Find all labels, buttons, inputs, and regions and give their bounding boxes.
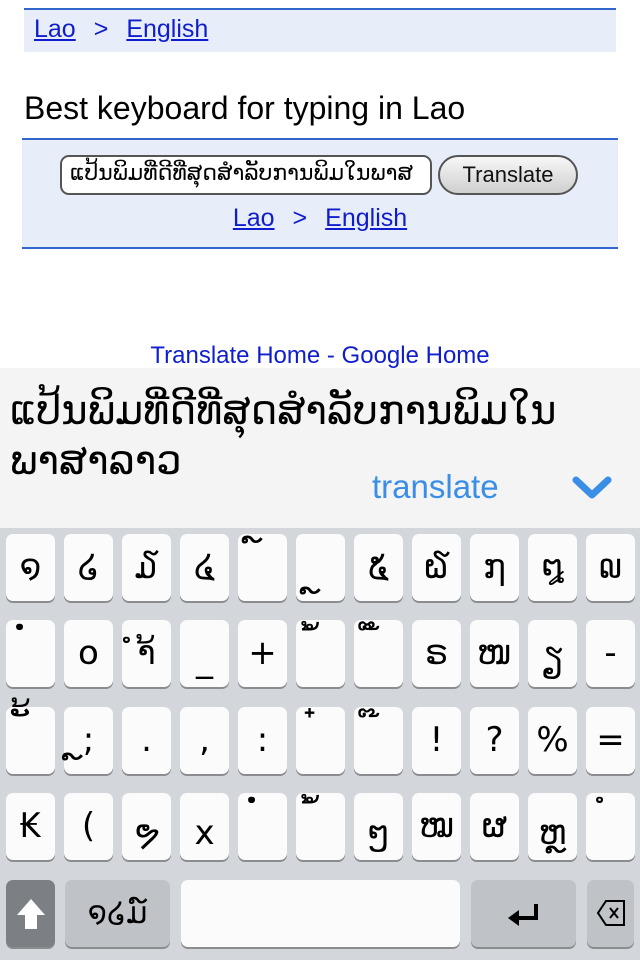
footer-dash: -: [320, 342, 342, 369]
numbers-mode-key[interactable]: ໑໒ມ໌: [65, 880, 170, 947]
key[interactable]: ຳ້: [122, 620, 171, 687]
key[interactable]: !: [412, 707, 461, 774]
key[interactable]: ໍ: [586, 793, 635, 860]
key[interactable]: ໗: [470, 534, 519, 601]
key[interactable]: =: [586, 707, 635, 774]
form-separator: >: [292, 204, 308, 232]
key[interactable]: ຼ;: [64, 707, 113, 774]
key[interactable]: ໍ່: [238, 793, 287, 860]
delete-icon: [596, 900, 625, 926]
key[interactable]: ໝ: [412, 793, 461, 860]
key[interactable]: ໜ: [470, 620, 519, 687]
key[interactable]: ໋: [296, 707, 345, 774]
separator: >: [93, 15, 109, 43]
chevron-down-icon[interactable]: [570, 474, 614, 502]
top-language-bar: Lao > English: [24, 8, 616, 52]
key[interactable]: ໘: [528, 534, 577, 601]
key[interactable]: ໍ່: [6, 620, 55, 687]
key[interactable]: ັ້: [6, 707, 55, 774]
target-language-link[interactable]: English: [126, 15, 208, 43]
form-source-language-link[interactable]: Lao: [233, 204, 275, 232]
translate-input[interactable]: ແປ້ນພິມທີ່ດີທີ່ສຸດສໍາລັບການພິມໃນພາສ: [60, 155, 432, 195]
key[interactable]: ₭: [6, 793, 55, 860]
key[interactable]: ໌: [238, 534, 287, 601]
space-key[interactable]: [181, 880, 460, 947]
translate-form: ແປ້ນພິມທີ່ດີທີ່ສຸດສໍາລັບການພິມໃນພາສ Tran…: [22, 138, 618, 249]
key[interactable]: ໍ໊: [354, 620, 403, 687]
key[interactable]: ຯ: [122, 793, 171, 860]
key[interactable]: ໆ: [354, 793, 403, 860]
key[interactable]: ໔: [180, 534, 229, 601]
key[interactable]: ໐: [64, 620, 113, 687]
key[interactable]: ຽ: [528, 620, 577, 687]
return-key[interactable]: [471, 880, 576, 947]
delete-key[interactable]: [587, 880, 634, 947]
keyboard: ໑໒໓໔໌ຼ໕໖໗໘໙ໍ່໐ຳ້_+ໍ້ໍ໊ຣໜຽ-ັ້ຼ;.,:໋໊!?%=₭…: [0, 528, 640, 960]
source-language-link[interactable]: Lao: [34, 15, 76, 43]
key[interactable]: ໙: [586, 534, 635, 601]
key[interactable]: ໍ້: [296, 793, 345, 860]
key[interactable]: ໊: [354, 707, 403, 774]
key[interactable]: ໍ້: [296, 620, 345, 687]
page-title: Best keyboard for typing in Lao: [24, 90, 466, 126]
key[interactable]: x: [180, 793, 229, 860]
key[interactable]: ຼ: [296, 534, 345, 601]
key[interactable]: :: [238, 707, 287, 774]
key[interactable]: (: [64, 793, 113, 860]
key[interactable]: -: [586, 620, 635, 687]
key[interactable]: ໕: [354, 534, 403, 601]
form-target-language-link[interactable]: English: [325, 204, 407, 232]
typed-text: ແປ້ນພິມທີ່ດີທີ່ສຸດສໍາລັບການພິມໃນພາສາລາວ: [10, 388, 557, 484]
key[interactable]: ຣ: [412, 620, 461, 687]
key[interactable]: %: [528, 707, 577, 774]
key[interactable]: ,: [180, 707, 229, 774]
key[interactable]: ໑: [6, 534, 55, 601]
shift-key[interactable]: [6, 880, 55, 947]
key[interactable]: .: [122, 707, 171, 774]
key[interactable]: ໖: [412, 534, 461, 601]
shift-arrow-icon: [16, 899, 45, 929]
key[interactable]: ໒: [64, 534, 113, 601]
google-home-link[interactable]: Google Home: [342, 342, 490, 369]
key[interactable]: ໓: [122, 534, 171, 601]
key[interactable]: _: [180, 620, 229, 687]
key[interactable]: ຫຼ: [528, 793, 577, 860]
return-icon: [507, 904, 538, 926]
footer-links: Translate Home - Google Home: [0, 342, 640, 370]
translate-button[interactable]: Translate: [438, 155, 578, 195]
translate-home-link[interactable]: Translate Home: [150, 342, 320, 369]
keyboard-translate-button[interactable]: translate: [372, 468, 499, 506]
key[interactable]: +: [238, 620, 287, 687]
keyboard-preview-panel: ແປ້ນພິມທີ່ດີທີ່ສຸດສໍາລັບການພິມໃນພາສາລາວ …: [0, 368, 640, 528]
key[interactable]: ?: [470, 707, 519, 774]
key[interactable]: ຜ: [470, 793, 519, 860]
